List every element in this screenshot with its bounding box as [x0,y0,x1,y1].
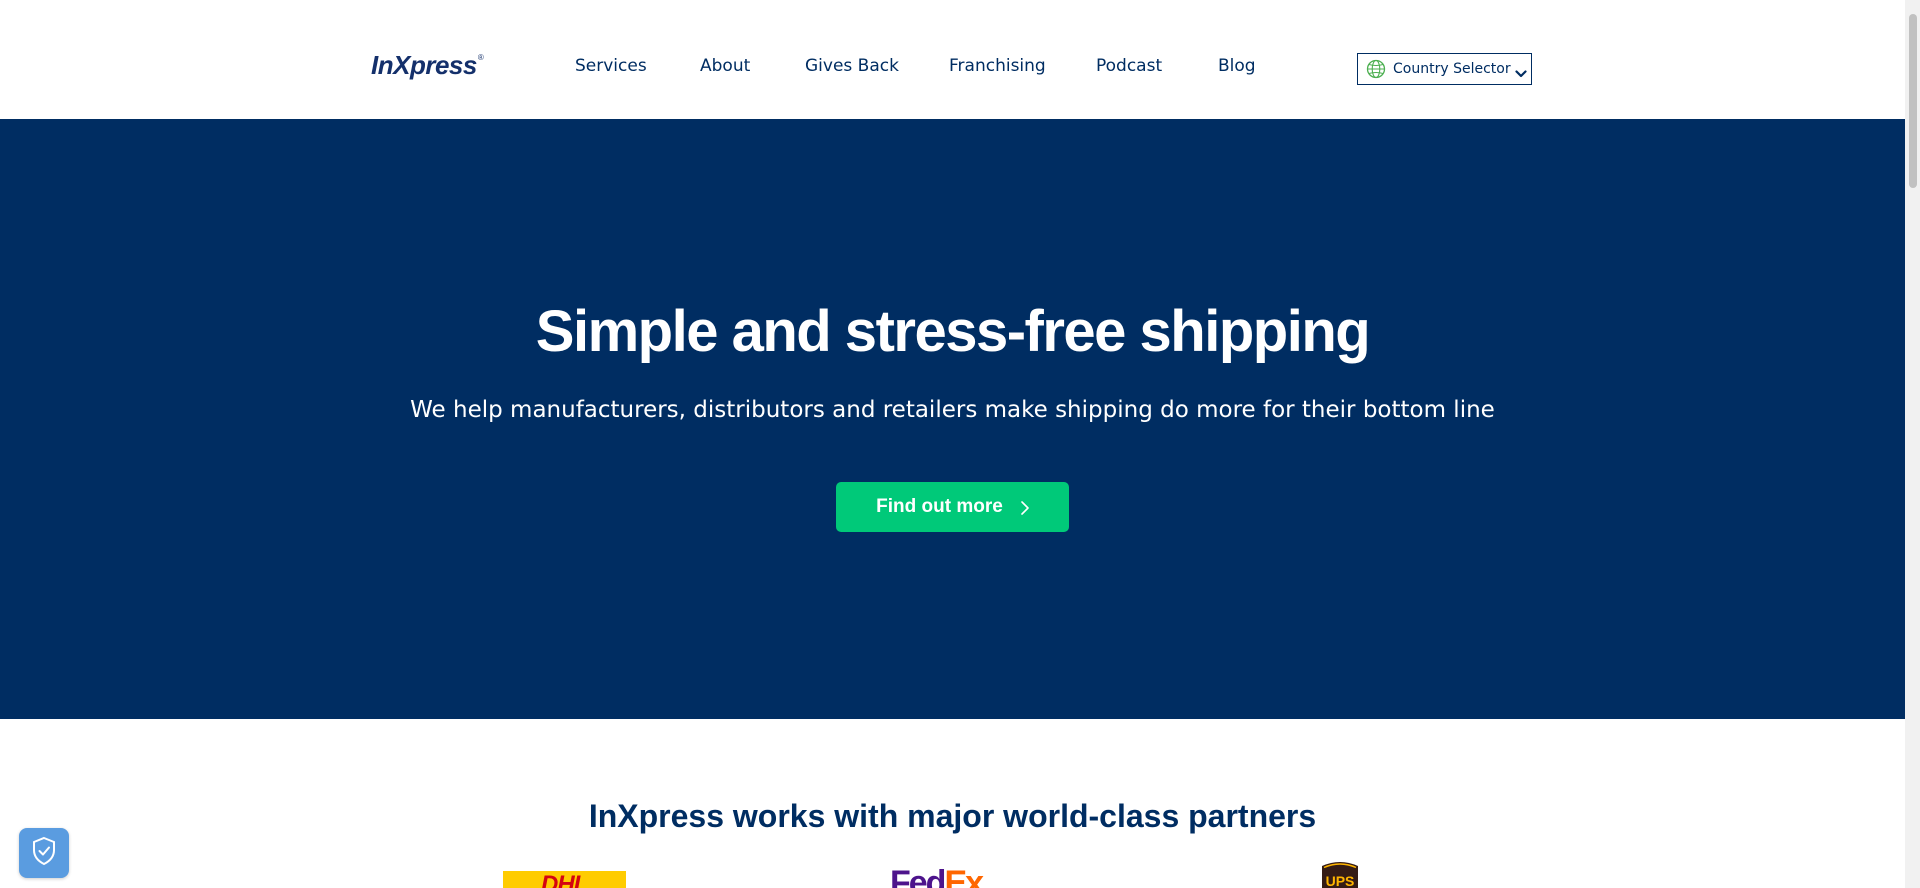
cta-label: Find out more [876,496,1003,517]
hero-section: Simple and stress-free shipping We help … [0,119,1905,719]
globe-icon [1366,59,1386,79]
hero-subtitle: We help manufacturers, distributors and … [410,397,1495,423]
logo-text: InXpress [371,50,477,80]
privacy-shield-badge[interactable] [19,828,69,878]
nav-about[interactable]: About [700,56,750,76]
dhl-logo: DHL [503,871,626,888]
logo-registered-mark: ® [477,53,484,62]
ups-logo: UPS [1318,860,1362,888]
country-selector-label: Country Selector [1393,61,1511,77]
inxpress-logo[interactable]: InXpress® [371,50,484,80]
find-out-more-button[interactable]: Find out more [836,482,1069,532]
country-selector[interactable]: Country Selector [1357,53,1532,85]
dhl-logo-text: DHL [541,871,588,888]
nav-franchising[interactable]: Franchising [949,56,1046,76]
site-header: InXpress® Services About Gives Back Fran… [0,0,1905,119]
nav-podcast[interactable]: Podcast [1096,56,1162,76]
shield-check-icon [31,836,57,870]
hero-title: Simple and stress-free shipping [535,299,1371,364]
nav-blog[interactable]: Blog [1218,56,1256,76]
page-scrollbar[interactable] [1905,0,1920,888]
ups-logo-text: UPS [1326,873,1355,888]
chevron-down-icon [1514,64,1527,78]
fedex-logo-fed: Fed [890,866,946,888]
nav-services[interactable]: Services [575,56,647,76]
scrollbar-thumb[interactable] [1909,14,1917,188]
partners-heading: InXpress works with major world-class pa… [588,798,1317,834]
chevron-right-icon [1021,500,1029,515]
fedex-logo-ex: Ex [944,866,984,888]
nav-gives-back[interactable]: Gives Back [805,56,899,76]
fedex-logo: FedEx [890,866,1010,888]
